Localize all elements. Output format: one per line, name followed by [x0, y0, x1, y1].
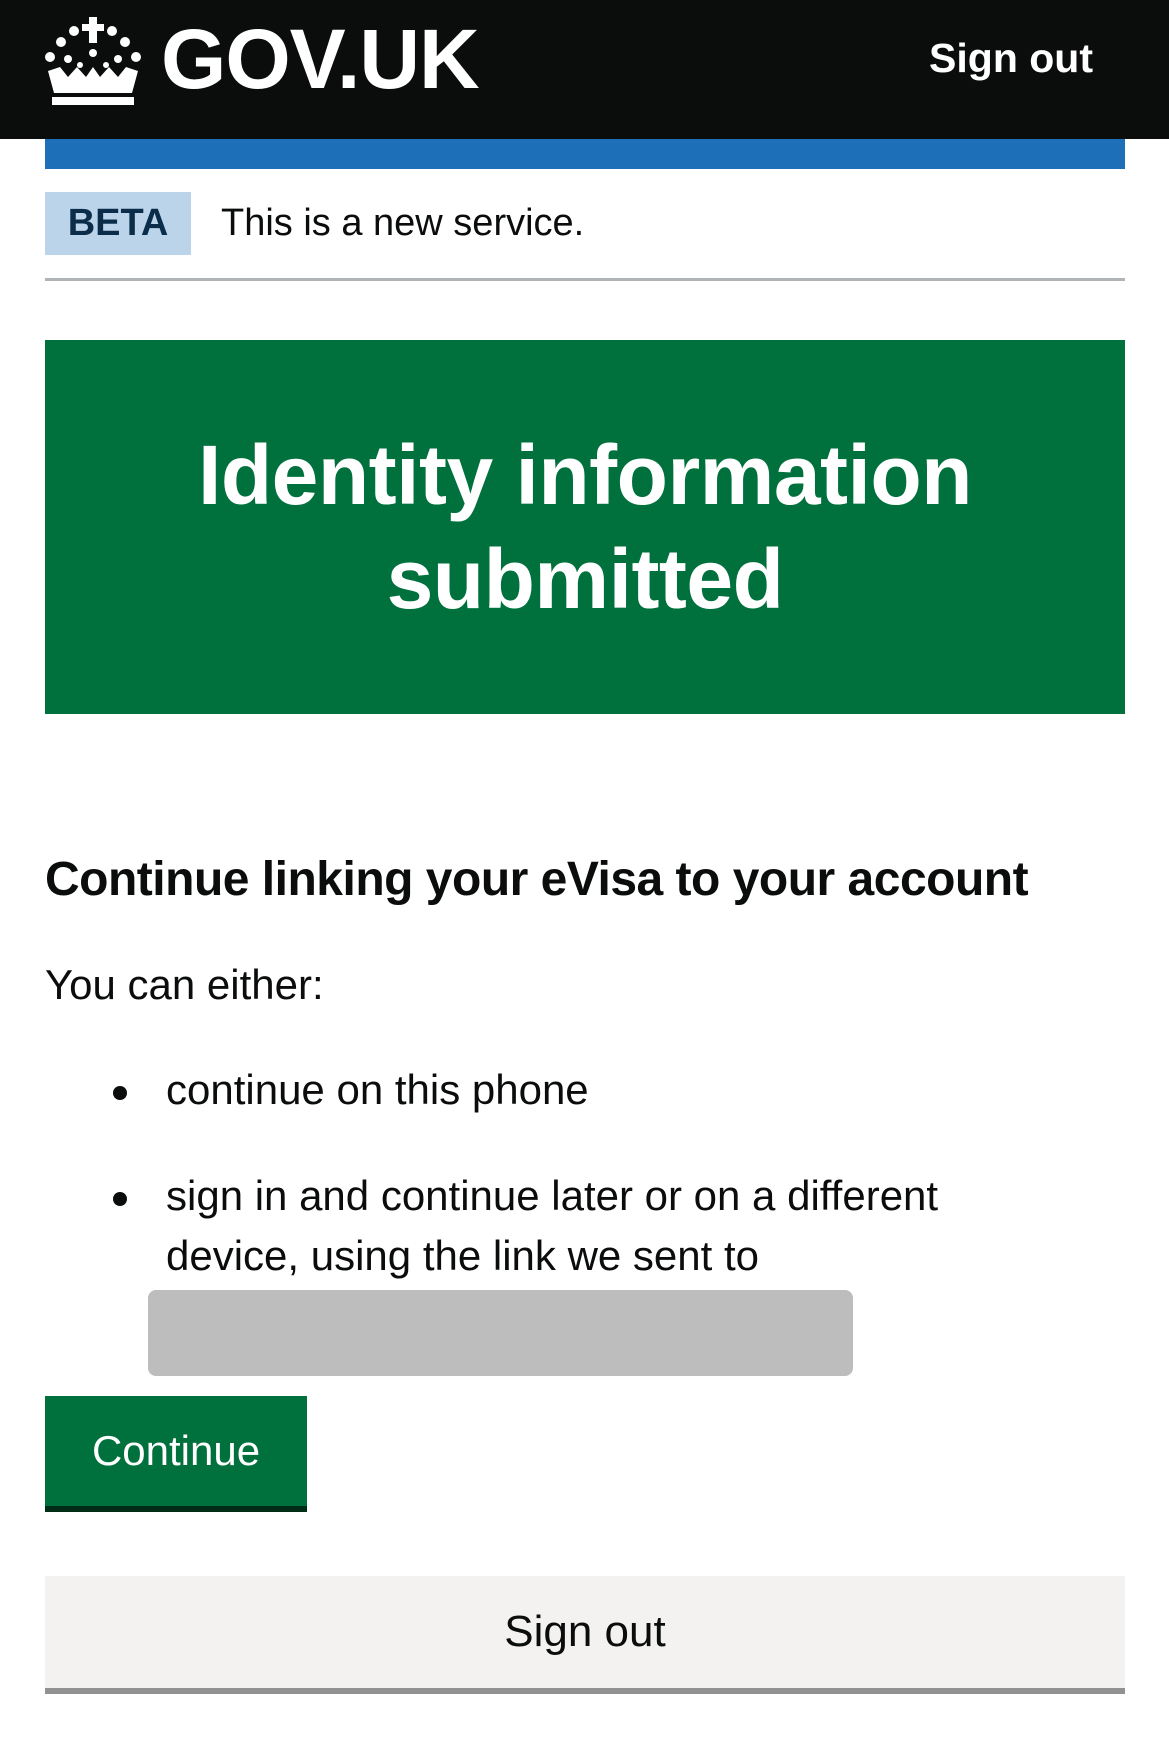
site-header: GOV.UK Sign out	[0, 0, 1169, 139]
intro-text: You can either:	[45, 961, 324, 1008]
section-heading: Continue linking your eVisa to your acco…	[45, 853, 1029, 906]
option-text: sign in and continue later or on a diffe…	[166, 1172, 939, 1279]
crown-icon	[45, 16, 141, 105]
phase-banner-text: This is a new service.	[221, 202, 585, 244]
phase-banner: BETA This is a new service.	[45, 192, 1125, 281]
redacted-email	[148, 1290, 853, 1376]
list-item: continue on this phone	[45, 1060, 1045, 1120]
header-blue-bar	[45, 139, 1125, 169]
govuk-logo[interactable]: GOV.UK	[44, 0, 480, 139]
bullet-icon	[113, 1086, 127, 1100]
govuk-logo-text: GOV.UK	[161, 11, 480, 106]
option-text: continue on this phone	[166, 1066, 589, 1113]
beta-tag: BETA	[45, 192, 191, 255]
continue-button[interactable]: Continue	[45, 1396, 307, 1506]
sign-out-button[interactable]: Sign out	[45, 1576, 1125, 1694]
list-item: sign in and continue later or on a diffe…	[45, 1166, 1045, 1286]
panel-title: Identity information submitted	[198, 428, 972, 626]
bullet-icon	[113, 1192, 127, 1206]
confirmation-panel: Identity information submitted	[45, 340, 1125, 714]
header-sign-out-link[interactable]: Sign out	[929, 33, 1093, 83]
